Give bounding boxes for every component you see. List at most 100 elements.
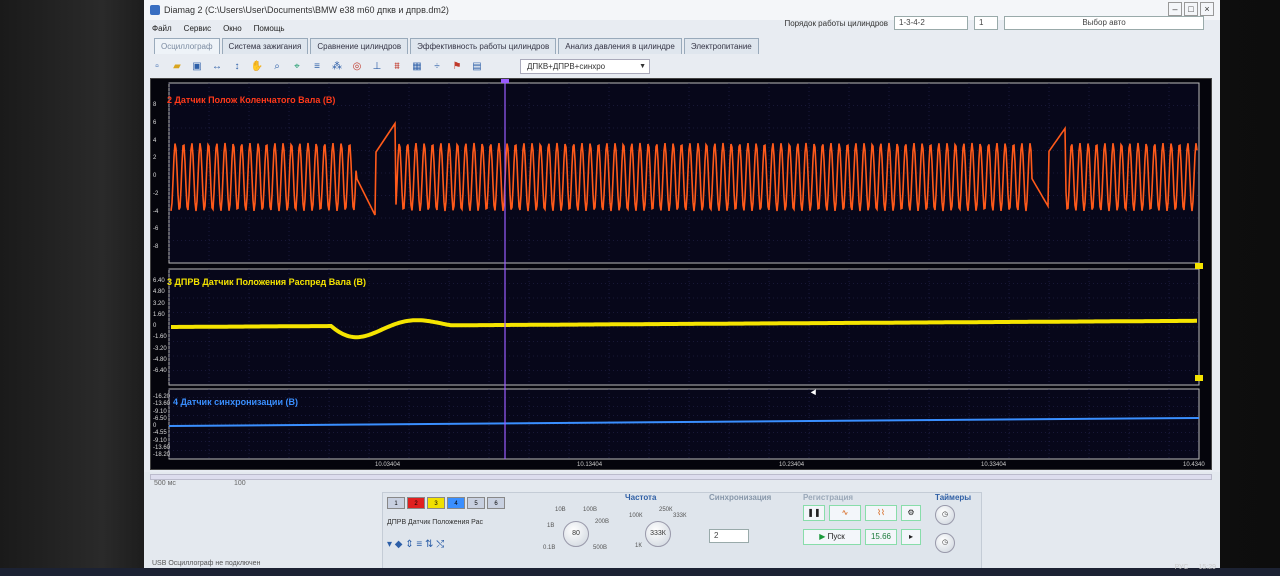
menu-service[interactable]: Сервис [184,24,211,33]
language-indicator[interactable]: РУС [1174,564,1188,571]
timebase-step-select[interactable]: 100 [234,480,246,487]
menu-file[interactable]: Файл [152,24,172,33]
axis-tick-label: -6 [153,226,159,233]
split-icon[interactable]: ÷ [430,59,444,73]
axis-tick-label: 6.40 [153,278,165,284]
channel-button-2[interactable]: 2 [407,497,425,509]
system-tray: РУС 15:29 [1174,564,1216,571]
app-icon [150,5,160,15]
axis-tick-label: -3.20 [153,345,167,352]
sync-label: Синхронизация [709,493,772,502]
menu-window[interactable]: Окно [223,24,242,33]
new-file-icon[interactable]: ▫ [150,59,164,73]
frequency-label: Частота [625,493,657,502]
volt-mark: 10В [555,507,566,513]
trigger-label: Регистрация [803,493,854,502]
channel-buttons: 1 2 3 4 5 6 [387,497,505,509]
taskbar [0,568,1280,576]
fit-horizontal-icon[interactable]: ↔ [210,59,224,73]
channel-marker [1195,375,1203,381]
axis-tick-label: -1.60 [153,334,167,341]
hand-icon[interactable]: ✋ [250,59,264,73]
tab-power-supply[interactable]: Электропитание [683,38,759,54]
marker-icon[interactable]: ⌖ [290,59,304,73]
axis-tick-label: -8 [153,244,159,250]
axis-tick-label: -13.60 [153,401,171,408]
axis-tick-label: -16.20 [153,394,171,400]
channel-button-1[interactable]: 1 [387,497,405,509]
clock: 15:29 [1198,564,1216,571]
freq-mark: 1К [635,543,642,549]
filter-icon[interactable]: ⩩ [390,59,404,73]
freq-mark: 250К [659,507,673,513]
cyl-order-label: Порядок работы цилиндров [784,18,888,28]
time-label: 10.23404 [779,462,805,468]
app-window: Diamag 2 (C:\Users\User\Documents\BMW e3… [144,0,1220,576]
timebase-select[interactable]: 500 мс [154,480,176,487]
open-folder-icon[interactable]: ▰ [170,59,184,73]
settings-icon[interactable]: ⚙ [901,505,921,521]
zero-icon[interactable]: ⊥ [370,59,384,73]
voltage-knob[interactable]: 80 [563,521,589,547]
tab-oscilloscope[interactable]: Осциллограф [154,38,220,54]
time-label: 10.03404 [375,462,401,468]
time-label: 10.33404 [981,462,1007,468]
channel-button-5[interactable]: 5 [467,497,485,509]
save-icon[interactable]: ▣ [190,59,204,73]
axis-tick-label: 3.20 [153,300,165,307]
start-button[interactable]: ▶ Пуск [803,529,861,545]
sine-icon[interactable]: ∿ [829,505,861,521]
grid-icon[interactable]: ≡ [310,59,324,73]
engine-controls: Порядок работы цилиндров 1-3-4-2 1 Выбор… [784,14,1220,32]
timers-label: Таймеры [935,493,972,502]
axis-tick-label: -6.40 [153,368,167,374]
channel-4-title: 4 Датчик синхронизации (В) [173,397,298,407]
count-select[interactable]: 1 [974,16,998,30]
pause-button[interactable]: ❚❚ [803,505,825,521]
zoom-icon[interactable]: ⌕ [270,59,284,73]
channel-select[interactable]: ДПРВ Датчик Положения Рас [387,519,483,526]
volt-mark: 100В [583,507,598,513]
note-icon[interactable]: ▤ [470,59,484,73]
rate-display: 15.66 [865,529,897,545]
cyl-order-select[interactable]: 1-3-4-2 [894,16,968,30]
control-panel-area: 500 мс 100 1 2 3 4 5 6 ДПРВ Датчик Полож… [144,472,1220,576]
preset-select[interactable]: ДПКВ+ДПРВ+синхро ▼ [520,58,650,74]
table-icon[interactable]: ▦ [410,59,424,73]
sync-select[interactable]: 2 [709,529,749,543]
timer-1-icon[interactable]: ◷ [935,505,955,525]
volt-mark: 1В [547,523,555,529]
axis-tick-label: 4.80 [153,289,165,296]
axis-tick-label: -2 [153,190,159,197]
flag-icon[interactable]: ⚑ [450,59,464,73]
axis-tick-label: -13.60 [153,444,171,451]
axis-tick-label: 6 [153,119,157,126]
tab-cylinder-efficiency[interactable]: Эффективность работы цилиндров [410,38,557,54]
axis-tick-label: 2 [153,155,157,162]
preset-value: ДПКВ+ДПРВ+синхро [527,61,606,71]
auto-icon[interactable]: ◎ [350,59,364,73]
auto-select[interactable]: Выбор авто [1004,16,1204,30]
tab-pressure-analysis[interactable]: Анализ давления в цилиндре [558,38,682,54]
channel-button-6[interactable]: 6 [487,497,505,509]
channel-tools-icon[interactable]: ▾ ◆ ⇕ ≡ ⇅ ⤭ [387,539,444,550]
axis-tick-label: 0 [153,323,157,329]
menu-help[interactable]: Помощь [254,24,285,33]
oscilloscope-display[interactable]: 2 Датчик Полож Коленчатого Вала (В) 3 ДП… [150,78,1212,470]
waveform-icon[interactable]: ⌇⌇ [865,505,897,521]
channel-2-title: 2 Датчик Полож Коленчатого Вала (В) [167,95,336,105]
step-icon[interactable]: ▸ [901,529,921,545]
channel-button-4[interactable]: 4 [447,497,465,509]
tab-ignition[interactable]: Система зажигания [221,38,309,54]
frequency-knob[interactable]: 333К [645,521,671,547]
horizontal-scrollbar[interactable] [150,474,1212,480]
channel-button-3[interactable]: 3 [427,497,445,509]
measure-icon[interactable]: ⁂ [330,59,344,73]
fit-vertical-icon[interactable]: ↕ [230,59,244,73]
axis-tick-label: -4.55 [153,430,167,437]
axis-tick-label: 1.60 [153,311,165,318]
axis-tick-label: 4 [153,137,157,144]
timer-2-icon[interactable]: ◷ [935,533,955,553]
volt-mark: 0.1В [543,545,556,551]
tab-cylinder-compare[interactable]: Сравнение цилиндров [310,38,409,54]
